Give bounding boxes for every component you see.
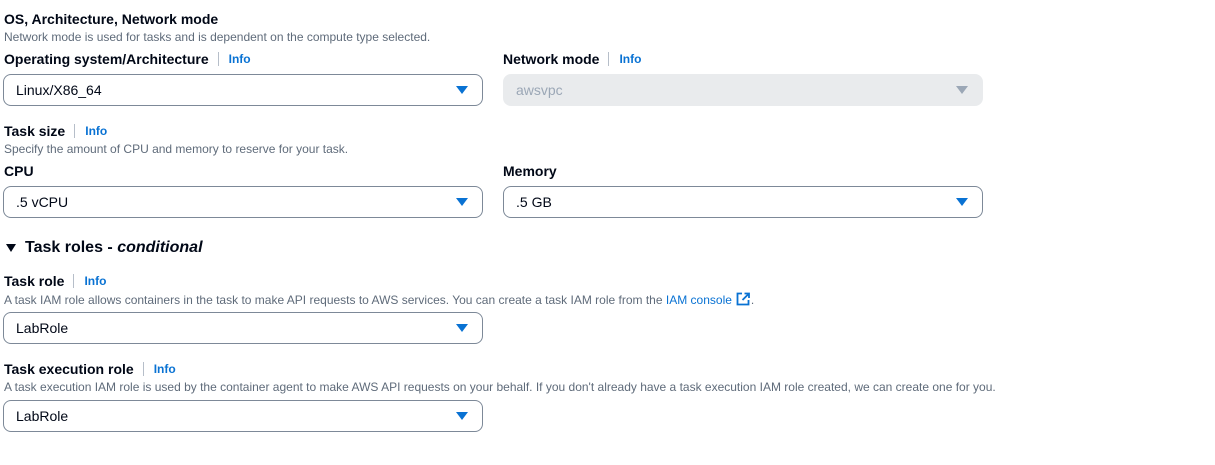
cpu-label: CPU: [4, 163, 34, 179]
os-section-description: Network mode is used for tasks and is de…: [4, 30, 431, 44]
task-role-label-row: Task role Info: [4, 273, 106, 289]
execution-role-label: Task execution role: [4, 361, 134, 377]
task-role-description-row: A task IAM role allows containers in the…: [4, 292, 754, 309]
task-role-select-value: LabRole: [16, 320, 69, 336]
network-mode-label-row: Network mode Info: [503, 51, 641, 67]
caret-down-icon: [956, 198, 968, 206]
memory-select[interactable]: .5 GB: [503, 186, 983, 218]
task-size-description: Specify the amount of CPU and memory to …: [4, 142, 349, 156]
network-mode-select: awsvpc: [503, 74, 983, 106]
os-arch-label-row: Operating system/Architecture Info: [4, 51, 251, 67]
network-mode-label: Network mode: [503, 51, 600, 67]
task-role-select[interactable]: LabRole: [3, 312, 483, 344]
iam-console-link[interactable]: IAM console: [666, 293, 732, 307]
task-role-info-link[interactable]: Info: [84, 274, 106, 288]
task-size-title-row: Task size Info: [4, 123, 107, 139]
caret-down-icon: [456, 324, 468, 332]
execution-role-info-link[interactable]: Info: [154, 362, 176, 376]
caret-down-icon: [956, 86, 968, 94]
memory-label: Memory: [503, 163, 557, 179]
task-roles-expander[interactable]: Task roles - conditional: [4, 239, 203, 257]
execution-role-label-row: Task execution role Info: [4, 361, 176, 377]
task-role-label: Task role: [4, 273, 65, 289]
caret-down-icon: [456, 198, 468, 206]
cpu-select-value: .5 vCPU: [16, 194, 69, 210]
os-arch-select[interactable]: Linux/X86_64: [3, 74, 483, 106]
info-divider: [142, 362, 144, 376]
task-roles-heading-suffix: conditional: [117, 239, 203, 256]
cpu-select[interactable]: .5 vCPU: [3, 186, 483, 218]
external-link-icon[interactable]: [736, 292, 751, 309]
caret-down-icon: [456, 412, 468, 420]
caret-down-icon: [456, 86, 468, 94]
execution-role-description: A task execution IAM role is used by the…: [4, 380, 996, 394]
task-roles-heading-prefix: Task roles -: [25, 239, 118, 256]
task-size-title: Task size: [4, 123, 66, 139]
network-mode-select-value: awsvpc: [516, 82, 563, 98]
info-divider: [74, 124, 76, 138]
os-section-title: OS, Architecture, Network mode: [4, 11, 219, 27]
task-role-description: A task IAM role allows containers in the…: [4, 293, 663, 307]
info-divider: [608, 52, 610, 66]
task-size-info-link[interactable]: Info: [85, 124, 107, 138]
network-mode-info-link[interactable]: Info: [619, 52, 641, 66]
task-role-description-end: .: [750, 293, 755, 307]
os-arch-info-link[interactable]: Info: [229, 52, 251, 66]
execution-role-select-value: LabRole: [16, 408, 69, 424]
execution-role-select[interactable]: LabRole: [3, 400, 483, 432]
info-divider: [73, 274, 75, 288]
os-arch-label: Operating system/Architecture: [4, 51, 209, 67]
memory-select-value: .5 GB: [516, 194, 552, 210]
info-divider: [217, 52, 219, 66]
triangle-down-icon: [6, 244, 16, 252]
os-arch-select-value: Linux/X86_64: [16, 82, 102, 98]
